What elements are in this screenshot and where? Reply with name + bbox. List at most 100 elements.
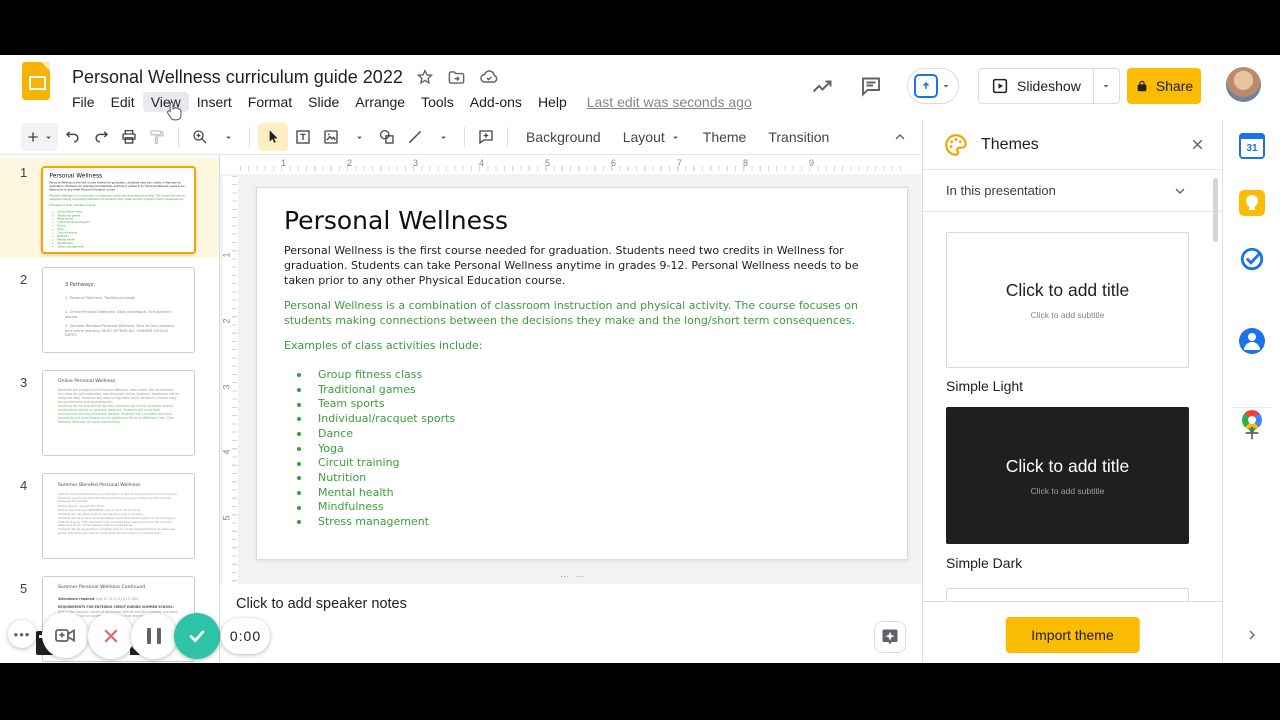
recorder-timer: 0:00 [221, 618, 270, 654]
text-box-button[interactable] [290, 123, 316, 151]
slide-thumbnail-4[interactable]: Summer Blended Personal Wellness Summer … [42, 473, 195, 559]
last-edit-status[interactable]: Last edit was seconds ago [587, 94, 752, 110]
menu-file[interactable]: File [64, 92, 103, 112]
slide-paragraph-3[interactable]: Examples of class activities include: [284, 338, 882, 353]
slide-paragraph-1[interactable]: Personal Wellness is the first course ne… [284, 243, 882, 288]
slide-thumbnail-1[interactable]: Personal Wellness Personal Wellness is t… [41, 166, 196, 254]
insert-image-button[interactable] [318, 123, 344, 151]
theme-button[interactable]: Theme [692, 123, 758, 151]
speaker-notes-placeholder[interactable]: Click to add speaker notes [236, 596, 407, 612]
menu-edit[interactable]: Edit [103, 92, 143, 112]
close-icon[interactable] [1189, 136, 1206, 153]
slideshow-dropdown[interactable] [1092, 69, 1119, 103]
slide-number: 2 [20, 272, 28, 287]
recorder-camera-button[interactable] [42, 612, 88, 658]
explore-sparkle-icon [882, 629, 898, 645]
slide-title[interactable]: Personal Wellness [284, 206, 883, 235]
slide-bullet-list[interactable]: Group fitness class Traditional games Te… [284, 368, 883, 530]
toolbar-separator [178, 127, 179, 147]
plus-icon [28, 132, 38, 142]
menu-format[interactable]: Format [240, 92, 300, 112]
slide-number: 5 [20, 581, 28, 596]
insert-comment-button[interactable] [473, 123, 499, 151]
menu-arrange[interactable]: Arrange [347, 92, 413, 112]
move-to-folder-icon[interactable] [447, 68, 466, 87]
slideshow-button[interactable]: Slideshow [978, 68, 1120, 104]
chevron-down-icon[interactable] [1172, 183, 1188, 199]
image-dropdown[interactable] [346, 123, 372, 151]
recorder-more-button[interactable]: ••• [8, 620, 36, 648]
app-header: Personal Wellness curriculum guide 2022 … [0, 55, 1280, 120]
cloud-status-icon[interactable] [479, 67, 499, 87]
import-theme-button[interactable]: Import theme [1005, 617, 1140, 653]
line-dropdown[interactable] [430, 123, 456, 151]
recorder-cancel-button[interactable] [88, 613, 134, 659]
lock-icon [1137, 80, 1147, 92]
insert-shape-button[interactable] [374, 123, 400, 151]
toolbar-separator [507, 127, 508, 147]
share-button[interactable]: Share [1127, 68, 1201, 104]
new-slide-button[interactable] [21, 123, 58, 151]
hide-menus-button[interactable] [892, 129, 908, 145]
caret-down-icon [1103, 85, 1109, 88]
get-addons-icon[interactable] [1241, 422, 1263, 444]
speaker-notes-area[interactable]: Click to add speaker notes [220, 584, 922, 663]
menu-addons[interactable]: Add-ons [462, 92, 530, 112]
theme-card-simple-dark[interactable]: Click to add title Click to add subtitle [946, 407, 1189, 544]
comment-history-icon[interactable] [859, 74, 883, 98]
slide-paragraph-2[interactable]: Personal Wellness is a combination of cl… [284, 298, 882, 328]
google-contacts-icon[interactable] [1239, 328, 1265, 354]
zoom-dropdown[interactable] [215, 123, 241, 151]
notes-resize-handle[interactable]: ⋯ ⋯ [560, 571, 587, 582]
menu-slide[interactable]: Slide [300, 92, 347, 112]
present-arrow-up-icon [914, 74, 938, 98]
zoom-button[interactable] [187, 123, 213, 151]
explore-button[interactable] [874, 621, 906, 653]
share-label: Share [1155, 78, 1194, 94]
slide-thumbnail-2[interactable]: 3 Pathways: 1. Personal Wellness: Tradit… [42, 267, 195, 353]
slide-number: 4 [20, 478, 28, 493]
vertical-ruler[interactable] [223, 176, 238, 606]
theme-card-simple-light[interactable]: Click to add title Click to add subtitle [946, 232, 1189, 368]
palette-icon [945, 133, 967, 156]
redo-button[interactable] [88, 123, 114, 151]
insert-line-button[interactable] [402, 123, 428, 151]
themes-panel-footer: Import theme [923, 601, 1222, 663]
apps-divider [1233, 407, 1271, 408]
print-button[interactable] [116, 123, 142, 151]
mouse-cursor [166, 101, 182, 121]
caret-down-icon [943, 85, 949, 88]
undo-button[interactable] [60, 123, 86, 151]
recorder-finish-button[interactable] [174, 613, 220, 659]
menu-tools[interactable]: Tools [413, 92, 462, 112]
slide-canvas[interactable]: Personal Wellness Personal Wellness is t… [256, 187, 908, 560]
recorder-pause-button[interactable] [131, 613, 177, 659]
background-button[interactable]: Background [515, 123, 612, 151]
google-keep-icon[interactable] [1239, 190, 1265, 216]
slide-number: 1 [20, 165, 28, 180]
slides-logo-icon[interactable] [22, 62, 50, 100]
layout-button[interactable]: Layout [612, 123, 692, 151]
activity-dashboard-icon[interactable] [810, 74, 834, 98]
caret-down-icon [46, 136, 51, 139]
google-tasks-icon[interactable] [1239, 246, 1265, 272]
menu-help[interactable]: Help [530, 92, 575, 112]
slideshow-label: Slideshow [1017, 78, 1081, 94]
chevron-up-icon [895, 134, 905, 140]
paint-format-button[interactable] [144, 123, 170, 151]
account-avatar[interactable] [1226, 67, 1261, 102]
panel-scrollbar[interactable] [1213, 178, 1218, 242]
letterbox-top [0, 0, 1280, 55]
document-title[interactable]: Personal Wellness curriculum guide 2022 [72, 67, 403, 88]
transition-button[interactable]: Transition [757, 123, 840, 151]
menu-insert[interactable]: Insert [189, 92, 240, 112]
slide-thumbnail-3[interactable]: Online Personal Wellness Students will c… [42, 370, 195, 456]
caret-down-icon [225, 136, 231, 139]
star-icon[interactable] [416, 68, 434, 86]
google-calendar-icon[interactable]: 31 [1238, 132, 1265, 159]
present-to-meeting-button[interactable] [907, 68, 959, 104]
caret-down-icon [672, 136, 678, 139]
horizontal-ruler[interactable]: 1 2 3 4 5 6 7 8 9 [240, 157, 908, 172]
select-tool-button[interactable] [258, 123, 288, 151]
chevron-right-icon[interactable] [1244, 627, 1260, 643]
